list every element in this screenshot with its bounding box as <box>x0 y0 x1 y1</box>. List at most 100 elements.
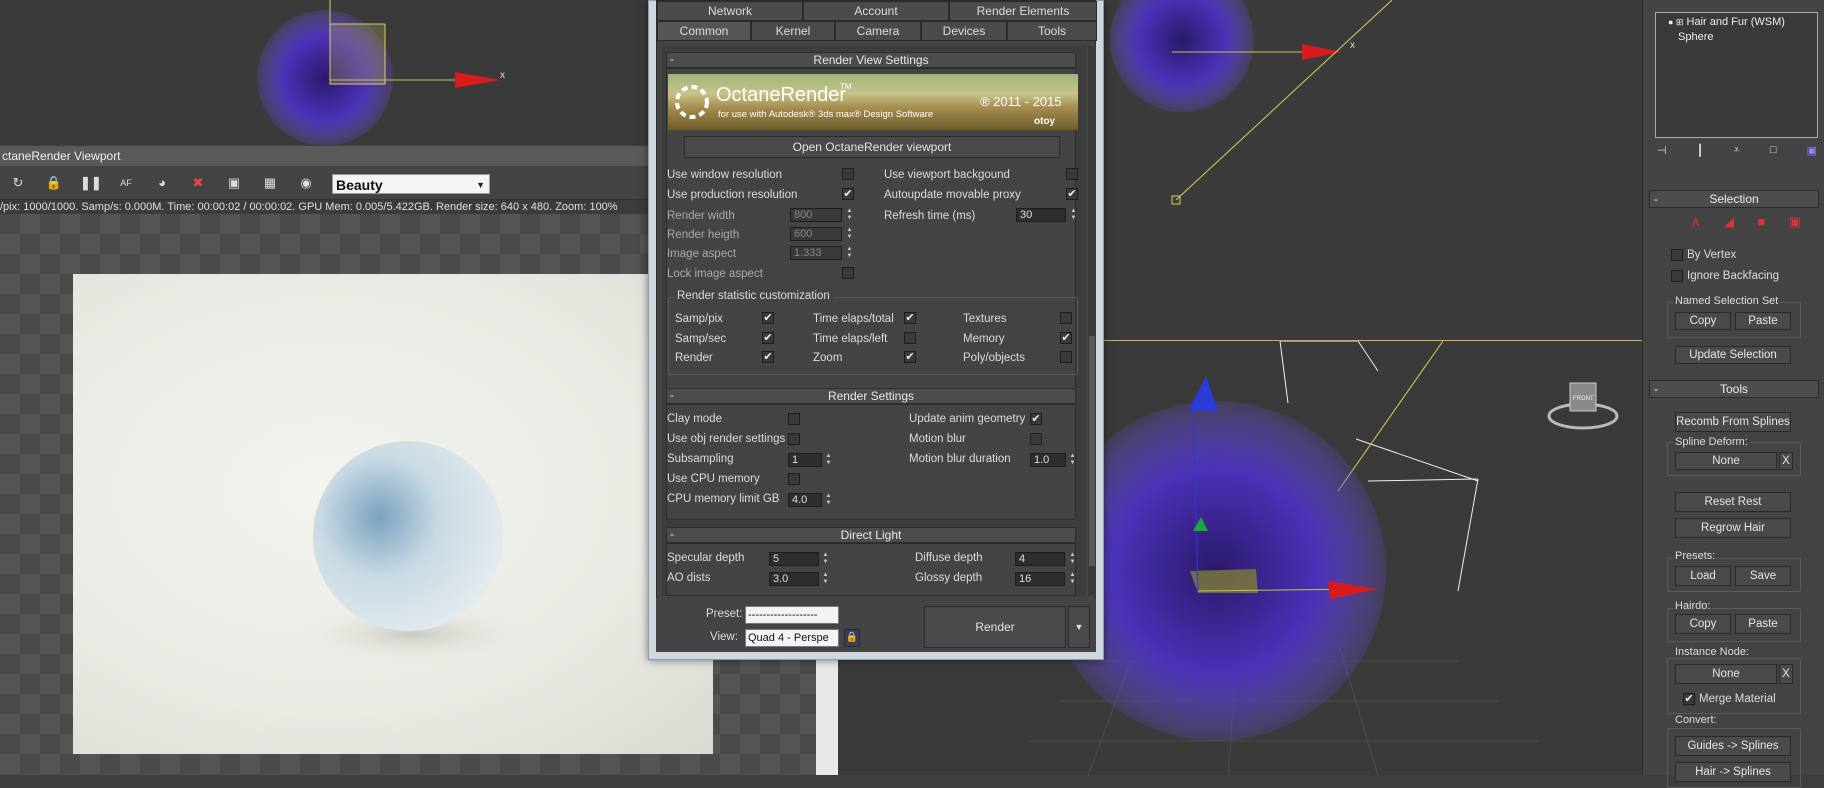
rollout-scrollbar[interactable] <box>1088 46 1096 596</box>
hairdo-copy-button[interactable]: Copy <box>1675 614 1731 634</box>
render-width-input[interactable]: 800 <box>790 208 842 222</box>
update-anim-checkbox[interactable]: ✔ <box>1030 413 1042 425</box>
use-viewport-background-checkbox[interactable] <box>1066 168 1078 180</box>
octane-viewport-title[interactable]: ctaneRender Viewport <box>0 146 648 166</box>
monitor-icon[interactable]: ▣ <box>224 174 244 192</box>
camera-icon[interactable]: ◉ <box>296 174 316 192</box>
refresh-icon[interactable]: ↻ <box>8 174 28 192</box>
image-aspect-input[interactable]: 1.333 <box>790 246 842 260</box>
motion-blur-checkbox[interactable] <box>1030 433 1042 445</box>
scrollbar-thumb[interactable] <box>1089 336 1095 566</box>
autoupdate-proxy-checkbox[interactable]: ✔ <box>1066 188 1078 200</box>
render-height-spinner[interactable]: ▲ ▼ <box>845 227 854 241</box>
motion-blur-duration-spinner[interactable]: ▲ ▼ <box>1068 453 1077 467</box>
refresh-time-input[interactable]: 30 <box>1016 208 1066 222</box>
rollout-selection[interactable]: - Selection <box>1649 190 1819 208</box>
subsampling-input[interactable]: 1 <box>788 453 822 467</box>
recomb-from-splines-button[interactable]: Recomb From Splines <box>1675 412 1791 432</box>
specular-depth-spinner[interactable]: ▲ ▼ <box>821 552 830 566</box>
use-window-resolution-checkbox[interactable] <box>842 168 854 180</box>
render-pass-dropdown[interactable]: Beauty ▼ <box>332 174 490 194</box>
presets-save-button[interactable]: Save <box>1735 566 1791 586</box>
calendar-icon[interactable]: ▦ <box>260 174 280 192</box>
rollout-render-view-settings[interactable]: - Render View Settings <box>666 52 1076 68</box>
render-stat-checkbox[interactable]: ✔ <box>762 351 774 363</box>
tab-camera[interactable]: Camera <box>835 21 921 41</box>
clay-mode-checkbox[interactable] <box>788 413 800 425</box>
glossy-depth-spinner[interactable]: ▲ ▼ <box>1068 572 1077 586</box>
tab-devices[interactable]: Devices <box>921 21 1007 41</box>
tab-tools[interactable]: Tools <box>1007 21 1097 41</box>
pause-icon[interactable]: ❚❚ <box>80 174 102 192</box>
lock-image-aspect-checkbox[interactable] <box>842 267 854 279</box>
refresh-time-spinner[interactable]: ▲ ▼ <box>1069 208 1078 222</box>
use-obj-render-checkbox[interactable] <box>788 433 800 445</box>
render-height-input[interactable]: 600 <box>790 227 842 241</box>
zoom-stat-checkbox[interactable]: ✔ <box>904 351 916 363</box>
regrow-hair-button[interactable]: Regrow Hair <box>1675 518 1791 538</box>
polygon-icon[interactable]: ■ <box>1757 214 1765 230</box>
pin-stack-icon[interactable]: ⊣ <box>1657 144 1667 162</box>
update-selection-button[interactable]: Update Selection <box>1675 346 1791 364</box>
image-aspect-spinner[interactable]: ▲ ▼ <box>845 246 854 260</box>
viewcube[interactable]: FRONT <box>1547 382 1619 430</box>
element-icon[interactable]: ▣ <box>1789 214 1801 230</box>
remove-modifier-icon[interactable]: □ <box>1770 144 1777 162</box>
viewport-top-left[interactable]: x <box>0 0 648 145</box>
by-vertex-checkbox[interactable] <box>1671 249 1683 261</box>
glossy-depth-input[interactable]: 16 <box>1015 572 1065 586</box>
modifier-stack-list[interactable]: ● ⊞ Hair and Fur (WSM) Sphere <box>1655 12 1818 138</box>
poly-objects-checkbox[interactable] <box>1060 351 1072 363</box>
tab-render-elements[interactable]: Render Elements <box>949 1 1097 21</box>
textures-checkbox[interactable] <box>1060 312 1072 324</box>
tab-account[interactable]: Account <box>803 1 949 21</box>
guide-icon[interactable]: ∧ <box>1691 214 1701 230</box>
tab-common[interactable]: Common <box>657 21 751 41</box>
tab-network[interactable]: Network <box>657 1 803 21</box>
diffuse-depth-input[interactable]: 4 <box>1015 552 1065 566</box>
modifier-item-sphere[interactable]: Sphere <box>1678 31 1713 43</box>
ao-dists-spinner[interactable]: ▲ ▼ <box>821 572 830 586</box>
ao-dists-input[interactable]: 3.0 <box>769 572 819 586</box>
cpu-mem-limit-input[interactable]: 4.0 <box>788 493 822 507</box>
use-cpu-memory-checkbox[interactable] <box>788 473 800 485</box>
lock-icon[interactable]: 🔒 <box>44 174 64 192</box>
spline-deform-none-button[interactable]: None <box>1675 452 1777 470</box>
specular-depth-input[interactable]: 5 <box>769 552 819 566</box>
spline-deform-clear-button[interactable]: X <box>1779 452 1793 470</box>
time-total-checkbox[interactable]: ✔ <box>904 312 916 324</box>
render-width-spinner[interactable]: ▲ ▼ <box>845 208 854 222</box>
memory-checkbox[interactable]: ✔ <box>1060 332 1072 344</box>
ignore-backfacing-checkbox[interactable] <box>1671 270 1683 282</box>
viewport-top-right[interactable]: x <box>1102 0 1642 340</box>
make-unique-icon[interactable]: ⩡ <box>1733 144 1739 162</box>
instance-node-none-button[interactable]: None <box>1675 664 1777 684</box>
hair-to-splines-button[interactable]: Hair -> Splines <box>1675 762 1791 782</box>
preset-dropdown[interactable]: ------------------- <box>745 606 839 624</box>
modifier-item-hair[interactable]: ● ⊞ Hair and Fur (WSM) <box>1668 16 1785 28</box>
clear-icon[interactable]: ✖ <box>188 174 208 192</box>
cpu-mem-limit-spinner[interactable]: ▲ ▼ <box>824 493 833 507</box>
instance-node-clear-button[interactable]: X <box>1779 664 1793 684</box>
tab-kernel[interactable]: Kernel <box>751 21 835 41</box>
reset-rest-button[interactable]: Reset Rest <box>1675 492 1791 512</box>
merge-material-checkbox[interactable]: ✔ <box>1683 693 1695 705</box>
guides-to-splines-button[interactable]: Guides -> Splines <box>1675 736 1791 756</box>
samp-pix-checkbox[interactable]: ✔ <box>762 312 774 324</box>
rollout-tools[interactable]: - Tools <box>1649 380 1819 398</box>
use-production-resolution-checkbox[interactable]: ✔ <box>842 188 854 200</box>
hairdo-paste-button[interactable]: Paste <box>1735 614 1791 634</box>
subsampling-spinner[interactable]: ▲ ▼ <box>824 453 833 467</box>
render-dropdown-arrow[interactable]: ▼ <box>1068 606 1090 648</box>
samp-sec-checkbox[interactable]: ✔ <box>762 332 774 344</box>
selection-copy-button[interactable]: Copy <box>1675 312 1731 330</box>
af-icon[interactable]: AF <box>116 174 136 192</box>
rollout-direct-light[interactable]: - Direct Light <box>666 527 1076 543</box>
selection-paste-button[interactable]: Paste <box>1735 312 1791 330</box>
diffuse-depth-spinner[interactable]: ▲ ▼ <box>1068 552 1077 566</box>
render-button[interactable]: Render <box>924 606 1066 648</box>
motion-blur-duration-input[interactable]: 1.0 <box>1030 453 1066 467</box>
open-octane-viewport-button[interactable]: Open OctaneRender viewport <box>684 136 1060 158</box>
face-icon[interactable]: ◢ <box>1724 214 1734 230</box>
presets-load-button[interactable]: Load <box>1675 566 1731 586</box>
